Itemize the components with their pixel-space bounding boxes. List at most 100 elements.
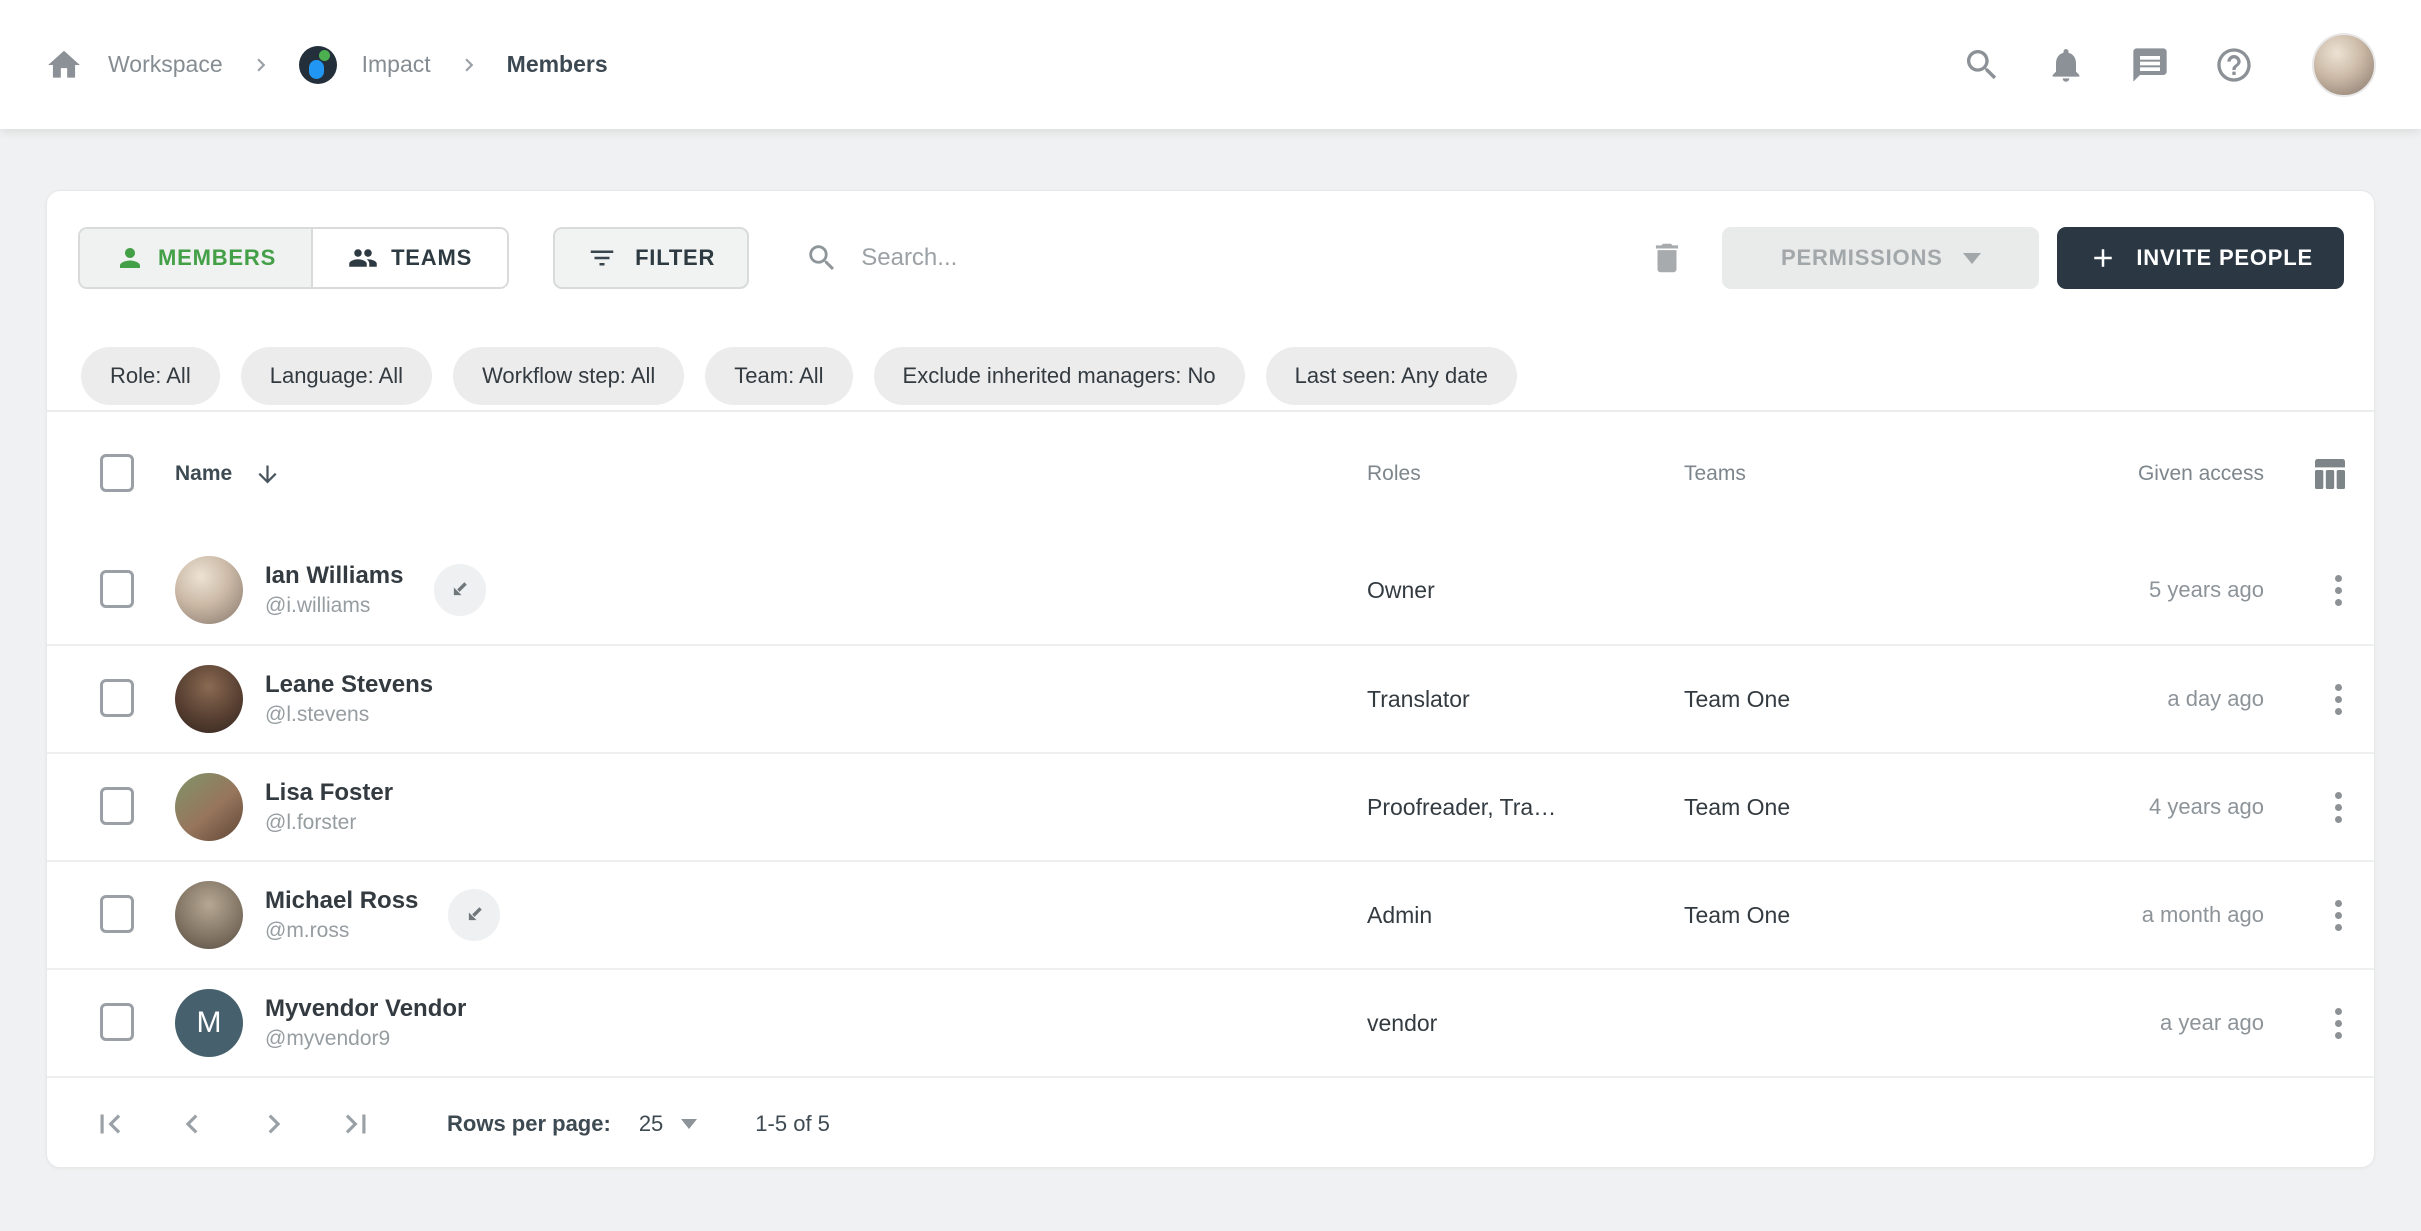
breadcrumb-workspace[interactable]: Workspace bbox=[108, 51, 223, 78]
user-avatar[interactable] bbox=[2312, 33, 2376, 97]
column-header-name[interactable]: Name bbox=[175, 462, 232, 486]
permissions-button[interactable]: PERMISSIONS bbox=[1722, 227, 2039, 289]
arrow-down-icon[interactable] bbox=[254, 461, 281, 488]
project-avatar-head bbox=[319, 50, 330, 61]
chip-exclude-inherited[interactable]: Exclude inherited managers: No bbox=[874, 347, 1245, 405]
columns-icon[interactable] bbox=[2310, 454, 2350, 494]
kebab-menu-icon[interactable] bbox=[2327, 892, 2350, 939]
member-roles: vendor bbox=[1367, 1010, 1684, 1037]
help-icon[interactable] bbox=[2214, 45, 2254, 85]
member-name: Lisa Foster bbox=[265, 780, 393, 806]
table-header: Name Roles Teams Given access bbox=[47, 410, 2374, 536]
chevron-right-icon bbox=[248, 52, 274, 78]
member-username: @i.williams bbox=[265, 594, 404, 617]
chevron-left-icon[interactable] bbox=[173, 1105, 211, 1143]
row-checkbox-cell bbox=[100, 787, 175, 827]
member-avatar bbox=[175, 556, 243, 624]
member-roles: Owner bbox=[1367, 577, 1684, 604]
chip-last-seen[interactable]: Last seen: Any date bbox=[1266, 347, 1517, 405]
first-page-icon[interactable] bbox=[91, 1105, 129, 1143]
chip-team[interactable]: Team: All bbox=[705, 347, 852, 405]
invite-people-label: INVITE PEOPLE bbox=[2136, 245, 2313, 271]
member-name: Michael Ross bbox=[265, 888, 418, 914]
tab-members-label: MEMBERS bbox=[158, 245, 276, 271]
search-icon bbox=[805, 241, 839, 275]
member-avatar bbox=[175, 665, 243, 733]
row-checkbox[interactable] bbox=[100, 787, 134, 825]
chip-role[interactable]: Role: All bbox=[81, 347, 220, 405]
tab-teams[interactable]: TEAMS bbox=[311, 229, 507, 287]
row-checkbox-cell bbox=[100, 679, 175, 719]
chip-language[interactable]: Language: All bbox=[241, 347, 432, 405]
filter-chips: Role: All Language: All Workflow step: A… bbox=[47, 289, 2374, 410]
member-name-cell: Michael Ross @m.ross bbox=[265, 888, 1367, 942]
filter-button[interactable]: FILTER bbox=[553, 227, 749, 289]
caret-down-icon[interactable] bbox=[681, 1119, 697, 1129]
caret-down-icon bbox=[1963, 253, 1981, 264]
tab-members[interactable]: MEMBERS bbox=[80, 229, 311, 287]
notifications-icon[interactable] bbox=[2046, 45, 2086, 85]
member-name-block: Michael Ross @m.ross bbox=[265, 888, 418, 942]
messages-icon[interactable] bbox=[2130, 45, 2170, 85]
pagination: Rows per page: 25 1-5 of 5 bbox=[47, 1076, 2374, 1168]
southwest-arrow-icon bbox=[434, 564, 486, 616]
member-name-cell: Leane Stevens @l.stevens bbox=[265, 672, 1367, 726]
member-name-cell: Myvendor Vendor @myvendor9 bbox=[265, 996, 1367, 1050]
kebab-menu-icon[interactable] bbox=[2327, 567, 2350, 614]
member-given-access: 5 years ago bbox=[1984, 577, 2264, 603]
kebab-menu-icon[interactable] bbox=[2327, 676, 2350, 723]
member-roles: Admin bbox=[1367, 902, 1684, 929]
member-name-block: Leane Stevens @l.stevens bbox=[265, 672, 433, 726]
table-row[interactable]: Leane Stevens @l.stevens Translator Team… bbox=[47, 644, 2374, 752]
table-row[interactable]: Lisa Foster @l.forster Proofreader, Tra…… bbox=[47, 752, 2374, 860]
filter-icon bbox=[587, 243, 617, 273]
header-checkbox-cell bbox=[100, 454, 175, 494]
member-given-access: a month ago bbox=[1984, 902, 2264, 928]
toolbar: MEMBERS TEAMS FILTER PERMISSIONS INVITE … bbox=[47, 191, 2374, 289]
plus-icon bbox=[2088, 243, 2118, 273]
row-checkbox-cell bbox=[100, 895, 175, 935]
column-header-given-access: Given access bbox=[1984, 462, 2264, 486]
row-checkbox[interactable] bbox=[100, 895, 134, 933]
chip-workflow-step[interactable]: Workflow step: All bbox=[453, 347, 684, 405]
project-avatar-body bbox=[309, 60, 324, 79]
member-avatar bbox=[175, 881, 243, 949]
table-row[interactable]: Ian Williams @i.williams Owner 5 years a… bbox=[47, 536, 2374, 644]
last-page-icon[interactable] bbox=[337, 1105, 375, 1143]
table-row[interactable]: Michael Ross @m.ross Admin Team One a mo… bbox=[47, 860, 2374, 968]
chevron-right-icon bbox=[456, 52, 482, 78]
table-row[interactable]: M Myvendor Vendor @myvendor9 vendor a ye… bbox=[47, 968, 2374, 1076]
row-menu-cell bbox=[2264, 676, 2350, 723]
header-name-cell: Name bbox=[175, 461, 1367, 488]
kebab-menu-icon[interactable] bbox=[2327, 1000, 2350, 1047]
member-teams: Team One bbox=[1684, 902, 1984, 929]
invite-people-button[interactable]: INVITE PEOPLE bbox=[2057, 227, 2344, 289]
select-all-checkbox[interactable] bbox=[100, 454, 134, 492]
rows-per-page-value[interactable]: 25 bbox=[639, 1111, 663, 1137]
search-input[interactable] bbox=[861, 244, 1648, 272]
topbar: Workspace Impact Members bbox=[0, 0, 2421, 129]
kebab-menu-icon[interactable] bbox=[2327, 784, 2350, 831]
member-username: @l.stevens bbox=[265, 703, 433, 726]
people-icon bbox=[348, 243, 378, 273]
member-username: @myvendor9 bbox=[265, 1027, 466, 1050]
member-name: Myvendor Vendor bbox=[265, 996, 466, 1022]
southwest-arrow-icon bbox=[448, 889, 500, 941]
member-avatar: M bbox=[175, 989, 243, 1057]
project-avatar[interactable] bbox=[299, 46, 337, 84]
row-checkbox[interactable] bbox=[100, 679, 134, 717]
row-menu-cell bbox=[2264, 892, 2350, 939]
member-name-block: Myvendor Vendor @myvendor9 bbox=[265, 996, 466, 1050]
row-checkbox[interactable] bbox=[100, 570, 134, 608]
trash-icon[interactable] bbox=[1648, 239, 1686, 277]
column-header-roles: Roles bbox=[1367, 462, 1684, 486]
search-icon[interactable] bbox=[1962, 45, 2002, 85]
row-checkbox[interactable] bbox=[100, 1003, 134, 1041]
home-icon[interactable] bbox=[45, 46, 83, 84]
members-panel: MEMBERS TEAMS FILTER PERMISSIONS INVITE … bbox=[46, 190, 2375, 1168]
breadcrumb-project[interactable]: Impact bbox=[362, 51, 431, 78]
permissions-button-label: PERMISSIONS bbox=[1781, 245, 1943, 271]
row-menu-cell bbox=[2264, 567, 2350, 614]
chevron-right-icon[interactable] bbox=[255, 1105, 293, 1143]
breadcrumb: Workspace Impact Members bbox=[45, 46, 608, 84]
